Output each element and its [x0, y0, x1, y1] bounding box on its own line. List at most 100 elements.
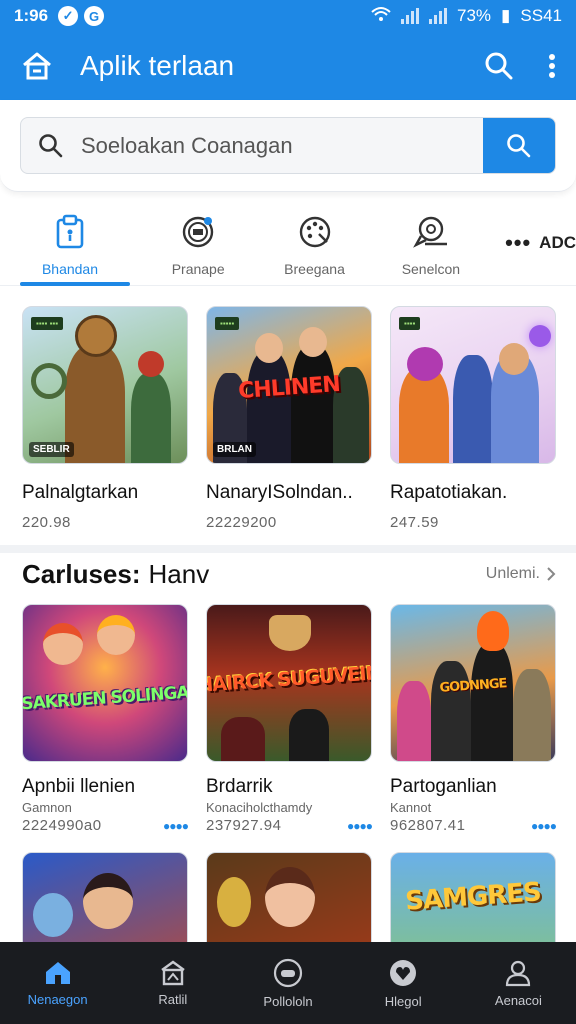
app-notification-icon: G: [84, 6, 105, 26]
character-figure: [131, 373, 171, 463]
app-card[interactable]: SAMGRES: [390, 852, 556, 942]
emblem-shape: [269, 615, 311, 651]
app-thumbnail[interactable]: [206, 852, 372, 942]
app-card[interactable]: ▪▪▪▪▪ CHLINEN BRLAN NanaryISolndan.. 222…: [206, 306, 372, 531]
more-horiz-icon: •••: [505, 230, 532, 255]
tab-label: Pranape: [171, 261, 225, 277]
status-time: 1:96: [14, 6, 49, 25]
nav-item-games[interactable]: Pollololn: [230, 942, 345, 1024]
wifi-icon: [371, 6, 391, 27]
game-controller-icon: [273, 958, 303, 987]
app-thumbnail[interactable]: ▪▪▪▪ ▪▪▪ SEBLIR: [22, 306, 188, 464]
thumbnail-tag: ▪▪▪▪: [399, 317, 421, 330]
character-figure: [513, 669, 551, 761]
character-head: [255, 333, 283, 363]
battery-icon: ▮: [501, 6, 511, 25]
tab-bhandan[interactable]: Bhandan: [20, 208, 130, 286]
app-card[interactable]: [22, 852, 188, 942]
search-field-icon: [21, 133, 81, 159]
nav-label: Ratlil: [158, 991, 188, 1007]
app-thumbnail[interactable]: ▪▪▪▪: [390, 306, 556, 464]
app-value: 220.98: [22, 514, 71, 531]
app-thumbnail[interactable]: SAMGRES: [390, 852, 556, 942]
app-title: Brdarrik: [206, 776, 273, 797]
search-icon[interactable]: [484, 51, 514, 81]
app-card[interactable]: ▪▪▪▪ ▪▪▪ SEBLIR Palnalgtarkan 220.98: [22, 306, 188, 531]
section-title: Carluses:: [22, 558, 141, 589]
nav-label: Hlegol: [384, 993, 422, 1009]
nav-item-store[interactable]: Ratlil: [115, 942, 230, 1024]
thumbnail-tag: ▪▪▪▪▪: [215, 317, 240, 330]
chat-icon: [411, 214, 451, 255]
app-thumbnail[interactable]: SAKRUEN SOLINGA: [22, 604, 188, 762]
more-options-icon[interactable]: ●●●●: [347, 819, 373, 833]
home-icon[interactable]: [20, 49, 54, 83]
section-header: Carluses: Hanv Unlemi.: [22, 554, 556, 594]
magic-orb: [529, 325, 551, 347]
character-head: [33, 893, 73, 937]
search-section: [0, 100, 576, 192]
more-vert-icon[interactable]: [548, 53, 556, 79]
more-categories-button[interactable]: ••• ADC: [505, 208, 576, 256]
app-title: NanaryISolndan..: [206, 482, 353, 503]
search-input[interactable]: [81, 132, 483, 159]
tab-breegana[interactable]: Breegana: [256, 208, 372, 286]
app-thumbnail[interactable]: ▪▪▪▪▪ CHLINEN BRLAN: [206, 306, 372, 464]
thumbnail-tag: ▪▪▪▪ ▪▪▪: [31, 317, 64, 330]
thumbnail-label: SEBLIR: [29, 442, 74, 457]
app-subtitle: Gamnon: [22, 800, 72, 815]
character-figure: [65, 345, 125, 463]
chevron-right-icon: [547, 567, 556, 581]
character-head: [217, 877, 251, 927]
app-value: 22229200: [206, 514, 277, 531]
app-subtitle: Konaciholcthamdy: [206, 800, 313, 815]
app-card[interactable]: HAIRCK SUGUVEIN Brdarrik Konaciholcthamd…: [206, 604, 373, 834]
search-box: [20, 117, 556, 174]
app-value: 237927.94: [206, 817, 282, 834]
page-title: Aplik terlaan: [80, 50, 235, 81]
app-card[interactable]: GODNNGE Partoganlian Kannot 962807.41 ●●…: [390, 604, 557, 834]
nav-label: Nenaegon: [27, 991, 88, 1007]
signal-2-icon: [429, 8, 448, 24]
check-notification-icon: ✓: [58, 6, 79, 26]
thumbnail-label: BRLAN: [213, 442, 256, 457]
app-thumbnail[interactable]: HAIRCK SUGUVEIN: [206, 604, 372, 762]
character-head: [299, 327, 327, 357]
character-head: [83, 873, 133, 929]
more-categories-label: ADC: [539, 233, 576, 252]
nav-item-profile[interactable]: Aenacoi: [461, 942, 576, 1024]
nav-item-home[interactable]: Nenaegon: [0, 942, 115, 1024]
tab-label: Senelcon: [401, 261, 461, 277]
carrier-label: SS41: [520, 6, 562, 25]
tab-label: Breegana: [284, 261, 345, 277]
tab-pranape[interactable]: Pranape: [140, 208, 256, 286]
character-head: [499, 343, 529, 375]
signal-icon: [401, 8, 420, 24]
search-button[interactable]: [483, 118, 555, 173]
app-card[interactable]: ▪▪▪▪ Rapatotiakan. 247.59: [390, 306, 556, 531]
app-card[interactable]: [206, 852, 372, 942]
tab-senelcon[interactable]: Senelcon: [373, 208, 489, 286]
character-head: [138, 351, 164, 377]
category-tabs: Bhandan Pranape Breegana Senelcon ••• AD…: [0, 208, 576, 286]
store-icon: [161, 960, 185, 985]
search-submit-icon: [507, 133, 531, 157]
character-head: [43, 623, 83, 665]
app-card[interactable]: SAKRUEN SOLINGA Apnbii llenien Gamnon 22…: [22, 604, 189, 834]
see-all-link[interactable]: Unlemi.: [486, 565, 556, 583]
app-bar: Aplik terlaan: [0, 32, 576, 100]
nav-item-favorites[interactable]: Hlegol: [346, 942, 461, 1024]
app-thumbnail[interactable]: GODNNGE: [390, 604, 556, 762]
compass-icon: [180, 214, 216, 255]
character-figure: [399, 367, 449, 463]
tab-label: Bhandan: [41, 261, 99, 277]
more-options-icon[interactable]: ●●●●: [163, 819, 189, 833]
app-thumbnail[interactable]: [22, 852, 188, 942]
character-head: [97, 615, 135, 655]
app-title: Apnbii llenien: [22, 776, 136, 797]
character-head: [407, 347, 443, 381]
see-all-label: Unlemi.: [485, 565, 540, 582]
shield-decoration: [31, 363, 67, 399]
nav-label: Pollololn: [263, 993, 313, 1009]
more-options-icon[interactable]: ●●●●: [531, 819, 557, 833]
